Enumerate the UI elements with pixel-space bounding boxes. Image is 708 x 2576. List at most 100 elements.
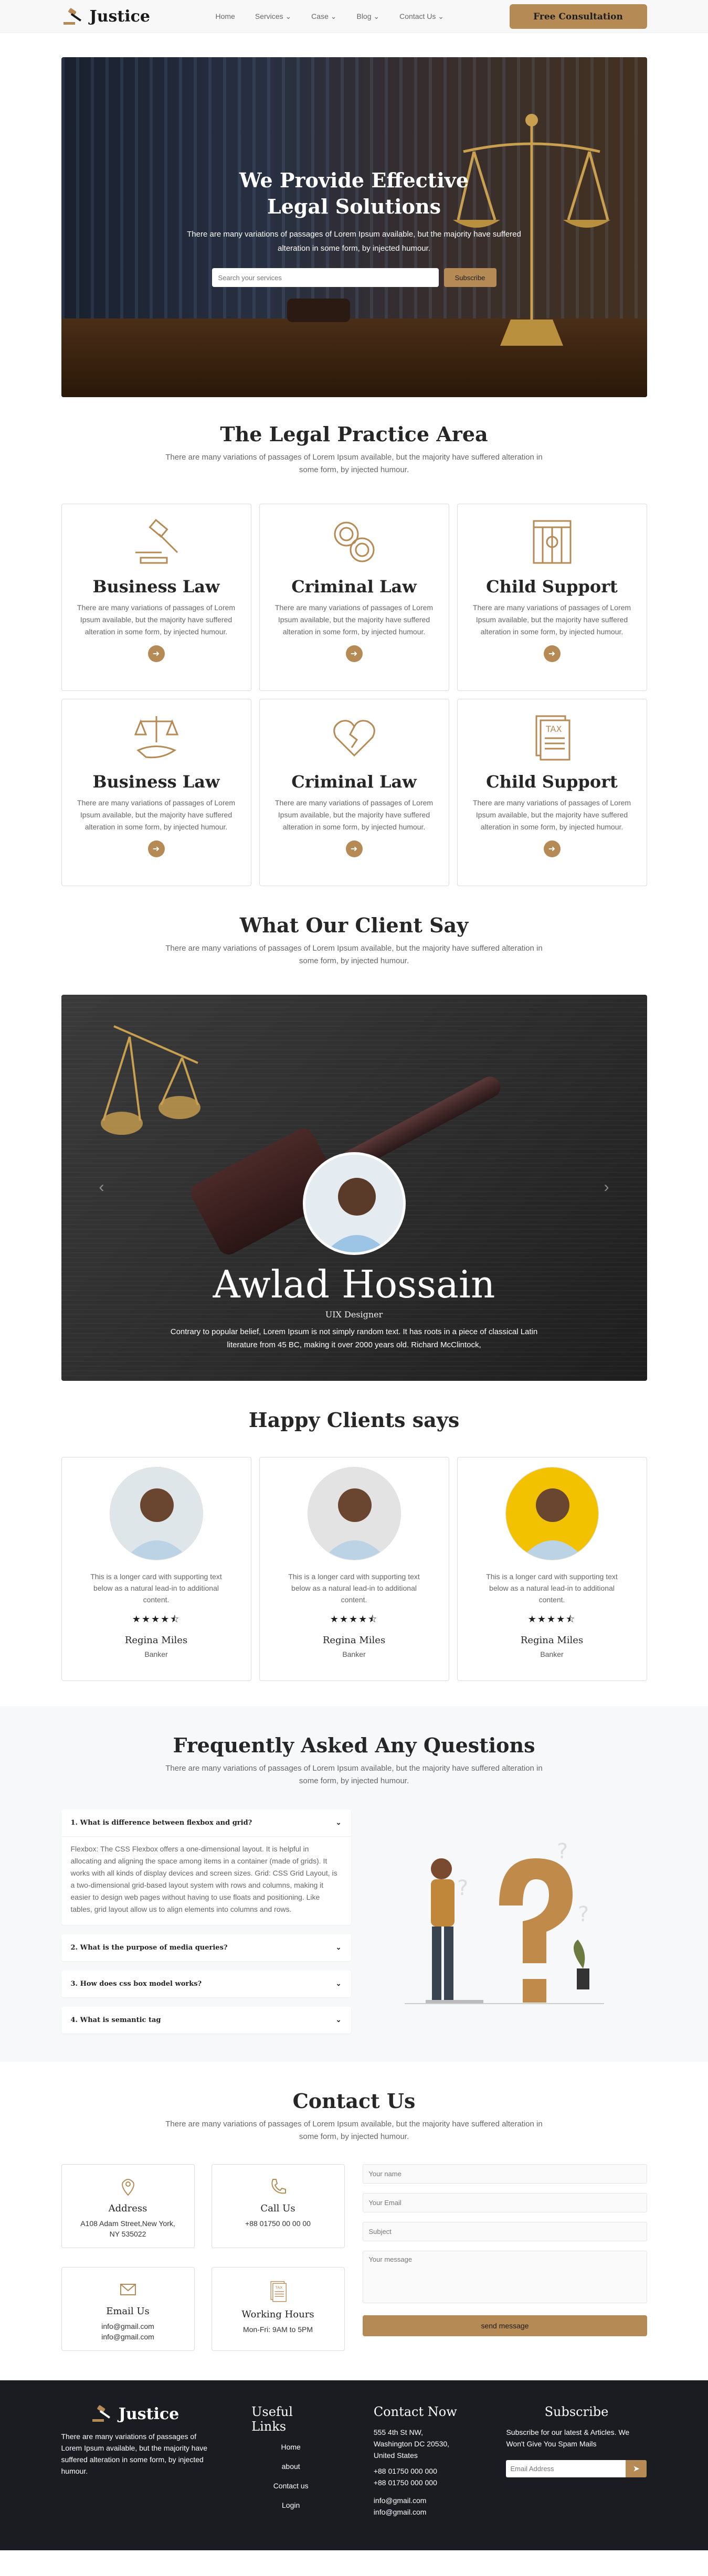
practice-card-text: There are many variations of passages of… — [472, 799, 631, 831]
arrow-right-icon[interactable]: ➜ — [543, 645, 561, 662]
main-menu: Home Services ⌄ Case ⌄ Blog ⌄ Contact Us ⌄ — [216, 12, 445, 21]
chevron-down-icon: ⌄ — [335, 1944, 342, 1952]
nav-item-blog[interactable]: Blog ⌄ — [356, 12, 379, 21]
footer-link-login[interactable]: Login — [251, 2499, 330, 2511]
nav-item-label: Contact Us — [399, 12, 436, 20]
client-say-section: What Our Client Say There are many varia… — [61, 913, 647, 1381]
brand[interactable]: Justice — [61, 7, 150, 26]
faq-question[interactable]: 2. What is the purpose of media queries?… — [61, 1934, 351, 1961]
practice-card-title: Business Law — [92, 772, 220, 792]
arrow-right-icon[interactable]: ➜ — [147, 645, 165, 662]
contact-box-value: info@gmail.com info@gmail.com — [101, 2322, 154, 2341]
svg-text:?: ? — [557, 1839, 568, 1864]
broken-heart-icon — [268, 710, 440, 764]
name-input[interactable] — [363, 2164, 647, 2184]
practice-card-text: There are many variations of passages of… — [274, 799, 434, 831]
footer-about-text: There are many variations of passages of… — [61, 2432, 208, 2475]
footer-email-input[interactable] — [506, 2460, 626, 2477]
gavel-icon — [70, 515, 242, 569]
chevron-down-icon: ⌄ — [285, 12, 292, 20]
footer-link-contact-us[interactable]: Contact us — [251, 2480, 330, 2492]
footer-brand[interactable]: Justice — [61, 2404, 208, 2423]
footer-subscribe: Subscribe Subscribe for our latest & Art… — [506, 2404, 647, 2519]
practice-card-text: There are many variations of passages of… — [274, 603, 434, 636]
chevron-down-icon: ⌄ — [438, 12, 445, 20]
client-card-text: This is a longer card with supporting te… — [90, 1572, 222, 1604]
testimonial-role: UIX Designer — [325, 1310, 383, 1319]
nav-item-home[interactable]: Home — [216, 12, 235, 21]
message-textarea[interactable] — [363, 2251, 647, 2303]
practice-card-text: There are many variations of passages of… — [77, 603, 236, 636]
svg-text:?: ? — [578, 1902, 589, 1926]
prev-slide-icon[interactable]: ‹ — [99, 1178, 104, 1196]
gavel-logo-icon — [92, 2405, 110, 2422]
arrow-right-icon[interactable]: ➜ — [147, 840, 165, 857]
faq-accordion: 1. What is difference between flexbox an… — [61, 1809, 351, 2043]
contact-box-value: A108 Adam Street,New York, NY 535022 — [80, 2219, 175, 2238]
client-role: Banker — [342, 1650, 366, 1658]
footer-links: Useful Links Home about Contact us Login — [251, 2404, 330, 2519]
practice-card[interactable]: Criminal Law There are many variations of… — [259, 699, 449, 886]
faq-question-text: 4. What is semantic tag — [70, 2016, 161, 2024]
free-consultation-button[interactable]: Free Consultation — [509, 4, 647, 29]
contact-section: Contact Us There are many variations of … — [61, 2089, 647, 2351]
practice-card[interactable]: Business Law There are many variations of… — [61, 504, 251, 691]
practice-card[interactable]: Child Support There are many variations o… — [457, 504, 647, 691]
chevron-down-icon: ⌄ — [373, 12, 380, 20]
contact-form: send message — [363, 2164, 647, 2351]
faq-item: 4. What is semantic tag ⌄ — [61, 2007, 351, 2034]
rating-stars: ★★★★⯪ — [330, 1614, 378, 1624]
nav-item-case[interactable]: Case ⌄ — [311, 12, 336, 21]
phone-icon — [212, 2176, 344, 2200]
client-card: This is a longer card with supporting te… — [457, 1457, 647, 1681]
faq-item: 1. What is difference between flexbox an… — [61, 1809, 351, 1925]
practice-card[interactable]: Business Law There are many variations of… — [61, 699, 251, 886]
hero-banner: We Provide Effective Legal Solutions Ther… — [61, 57, 647, 397]
contact-box-title: Working Hours — [241, 2309, 314, 2320]
email-input[interactable] — [363, 2193, 647, 2212]
practice-card[interactable]: Criminal Law There are many variations of… — [259, 504, 449, 691]
footer-link-home[interactable]: Home — [251, 2441, 330, 2453]
nav-item-label: Home — [215, 12, 235, 20]
gavel-illustration — [287, 299, 350, 322]
contact-box-title: Email Us — [106, 2306, 150, 2317]
client-role: Banker — [540, 1650, 564, 1658]
nav-item-services[interactable]: Services ⌄ — [255, 12, 291, 21]
faq-question[interactable]: 4. What is semantic tag ⌄ — [61, 2007, 351, 2034]
next-slide-icon[interactable]: › — [604, 1178, 609, 1196]
hero-subscribe-button[interactable]: Subscribe — [443, 268, 496, 287]
practice-card-title: Criminal Law — [291, 772, 417, 792]
subject-input[interactable] — [363, 2222, 647, 2241]
client-card-text: This is a longer card with supporting te… — [486, 1572, 618, 1604]
footer-address: 555 4th St NW, Washington DC 20530, Unit… — [373, 2428, 450, 2460]
services-search-input[interactable] — [212, 268, 439, 287]
send-icon[interactable]: ➤ — [626, 2460, 647, 2477]
arrow-right-icon[interactable]: ➜ — [345, 645, 363, 662]
arrow-right-icon[interactable]: ➜ — [345, 840, 363, 857]
client-name: Regina Miles — [124, 1635, 188, 1646]
footer-brand-name: Justice — [118, 2404, 179, 2423]
arrow-right-icon[interactable]: ➜ — [543, 840, 561, 857]
chevron-down-icon: ⌄ — [330, 12, 337, 20]
client-avatar — [307, 1467, 401, 1560]
faq-question-text: 3. How does css box model works? — [70, 1980, 202, 1988]
client-role: Banker — [144, 1650, 168, 1658]
practice-card[interactable]: TAX Child Support There are many variation… — [457, 699, 647, 886]
nav-item-contact-us[interactable]: Contact Us ⌄ — [399, 12, 444, 21]
practice-card-title: Child Support — [486, 577, 618, 597]
client-card: This is a longer card with supporting te… — [61, 1457, 251, 1681]
contact-box-title: Call Us — [260, 2203, 295, 2214]
practice-card-text: There are many variations of passages of… — [472, 603, 631, 636]
faq-item: 2. What is the purpose of media queries?… — [61, 1934, 351, 1961]
practice-subtitle: There are many variations of passages of… — [165, 453, 543, 474]
footer: Justice There are many variations of pas… — [0, 2380, 708, 2550]
nav-item-label: Blog — [356, 12, 372, 20]
happy-clients-section: Happy Clients says This is a longer card… — [61, 1408, 647, 1681]
faq-question[interactable]: 1. What is difference between flexbox an… — [61, 1809, 351, 1836]
faq-answer: Flexbox: The CSS Flexbox offers a one-di… — [61, 1836, 351, 1925]
contact-box-call-us: Call Us +88 01750 00 00 00 — [211, 2164, 345, 2248]
contact-title: Contact Us — [292, 2089, 416, 2113]
footer-link-about[interactable]: about — [251, 2461, 330, 2472]
send-message-button[interactable]: send message — [363, 2315, 647, 2336]
faq-question[interactable]: 3. How does css box model works? ⌄ — [61, 1971, 351, 1997]
